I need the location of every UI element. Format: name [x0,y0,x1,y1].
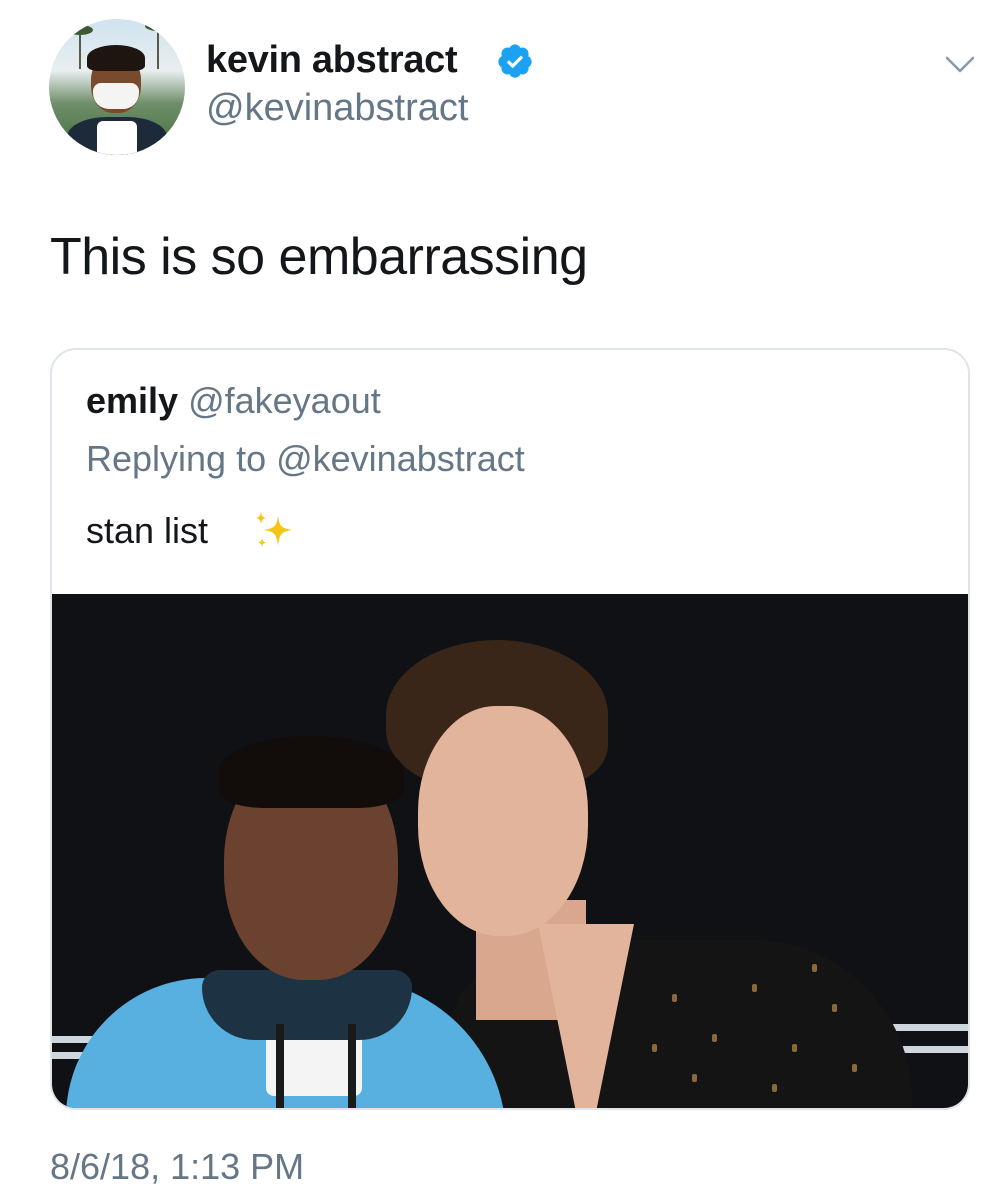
tweet-text: This is so embarrassing [50,228,588,286]
quoted-tweet-name: emily [86,380,179,421]
quoted-tweet-handle: @fakeyaout [188,380,381,421]
verified-badge-icon [498,44,532,78]
author-avatar[interactable] [49,19,185,155]
sparkles-icon [256,512,292,547]
chevron-down-icon[interactable] [944,54,976,76]
author-handle[interactable]: @kevinabstract [206,86,468,130]
quoted-tweet-reply-context: Replying to @kevinabstract [86,438,525,479]
quoted-tweet-photo[interactable] [52,594,968,1108]
quoted-tweet-author: emily @fakeyaout [86,380,381,422]
quoted-tweet-card[interactable]: emily @fakeyaout Replying to @kevinabstr… [50,348,970,1110]
quoted-tweet-text: stan list [86,510,209,551]
tweet-timestamp[interactable]: 8/6/18, 1:13 PM [50,1146,304,1188]
author-display-name[interactable]: kevin abstract [206,38,458,82]
